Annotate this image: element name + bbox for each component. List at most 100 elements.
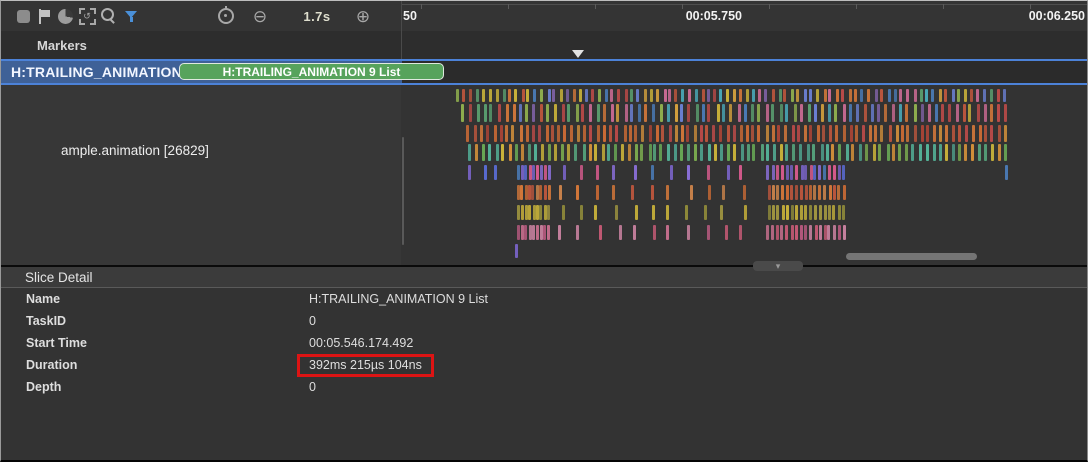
trace-slice-tick[interactable] (719, 89, 722, 102)
trace-slice-tick[interactable] (921, 104, 924, 122)
trace-slice-tick[interactable] (729, 104, 732, 122)
trace-slice-tick[interactable] (612, 165, 615, 180)
trace-slice-tick[interactable] (791, 225, 794, 240)
trace-slice-tick[interactable] (725, 225, 728, 240)
trace-slice-tick[interactable] (666, 205, 669, 220)
trace-slice-tick[interactable] (914, 104, 917, 122)
trace-slice-tick[interactable] (713, 89, 716, 102)
trace-slice-tick[interactable] (822, 125, 825, 142)
trace-slice-tick[interactable] (521, 144, 524, 161)
trace-slice-tick[interactable] (958, 125, 961, 142)
trace-slice-tick[interactable] (1004, 104, 1007, 122)
trace-slice-tick[interactable] (827, 225, 830, 240)
trace-slice-tick[interactable] (548, 89, 551, 102)
trace-slice-tick[interactable] (939, 125, 942, 142)
trace-slice-tick[interactable] (603, 104, 606, 122)
trace-slice-tick[interactable] (631, 185, 634, 200)
trace-slice-tick[interactable] (484, 165, 487, 180)
trace-slice-tick[interactable] (687, 225, 690, 240)
trace-slice-tick[interactable] (567, 144, 570, 161)
trace-slice-tick[interactable] (603, 125, 606, 142)
trace-slice-tick[interactable] (809, 89, 812, 102)
trace-slice-tick[interactable] (821, 144, 824, 161)
trace-slice-tick[interactable] (554, 144, 557, 161)
trace-slice-tick[interactable] (636, 89, 639, 102)
trace-slice-tick[interactable] (817, 125, 820, 142)
trace-slice-tick[interactable] (609, 125, 612, 142)
trace-slice-tick[interactable] (984, 144, 987, 161)
trace-slice-tick[interactable] (776, 225, 779, 240)
timeline-ruler[interactable]: 50 00:05.750 00:06.250 (401, 1, 1088, 31)
trace-slice-tick[interactable] (776, 185, 779, 200)
trace-slice-tick[interactable] (964, 144, 967, 161)
trace-slice-tick[interactable] (651, 185, 654, 200)
trace-slice-tick[interactable] (469, 104, 472, 122)
trace-slice-tick[interactable] (514, 89, 517, 102)
trace-slice-tick[interactable] (804, 165, 807, 180)
trace-slice-tick[interactable] (597, 104, 600, 122)
trace-slice-tick[interactable] (831, 144, 834, 161)
trace-slice-tick[interactable] (520, 185, 523, 200)
trace-slice-tick[interactable] (580, 165, 583, 180)
trace-slice-tick[interactable] (869, 125, 872, 142)
trace-slice-tick[interactable] (816, 89, 819, 102)
trace-slice-tick[interactable] (804, 89, 807, 102)
trace-slice-tick[interactable] (494, 165, 497, 180)
trace-slice-tick[interactable] (674, 144, 677, 161)
trace-slice-tick[interactable] (965, 125, 968, 142)
trace-slice-tick[interactable] (836, 89, 839, 102)
trace-slice-tick[interactable] (984, 125, 987, 142)
trace-slice-tick[interactable] (790, 165, 793, 180)
trace-slice-tick[interactable] (746, 89, 749, 102)
trace-slice-tick[interactable] (901, 125, 904, 142)
track-canvas[interactable] (401, 85, 1088, 265)
trace-slice-tick[interactable] (574, 144, 577, 161)
trace-slice-tick[interactable] (828, 165, 831, 180)
trace-slice-tick[interactable] (536, 205, 539, 220)
trace-slice-tick[interactable] (780, 225, 783, 240)
trace-slice-tick[interactable] (541, 144, 544, 161)
trace-slice-tick[interactable] (812, 144, 815, 161)
trace-slice-tick[interactable] (505, 125, 508, 142)
horizontal-scrollbar[interactable] (846, 253, 977, 260)
trace-slice-tick[interactable] (576, 185, 579, 200)
trace-slice-tick[interactable] (776, 165, 779, 180)
trace-slice-tick[interactable] (906, 89, 909, 102)
trace-slice-tick[interactable] (833, 225, 836, 240)
trace-slice-tick[interactable] (602, 144, 605, 161)
trace-slice-tick[interactable] (892, 144, 895, 161)
trace-slice-tick[interactable] (777, 125, 780, 142)
trace-slice-tick[interactable] (644, 89, 647, 102)
trace-slice-tick[interactable] (958, 144, 961, 161)
trace-slice-tick[interactable] (589, 144, 592, 161)
trace-slice-tick[interactable] (498, 104, 501, 122)
trace-slice-tick[interactable] (489, 89, 492, 102)
trace-slice-tick[interactable] (899, 89, 902, 102)
trace-slice-tick[interactable] (536, 225, 539, 240)
markers-track[interactable]: Markers (1, 31, 1087, 59)
trace-slice-tick[interactable] (887, 144, 890, 161)
trace-slice-tick[interactable] (977, 104, 980, 122)
trace-slice-tick[interactable] (919, 144, 922, 161)
trace-slice-tick[interactable] (528, 144, 531, 161)
trace-slice-tick[interactable] (727, 144, 730, 161)
trace-slice-tick[interactable] (800, 104, 803, 122)
trace-slice-tick[interactable] (945, 144, 948, 161)
trace-slice-tick[interactable] (829, 125, 832, 142)
trace-slice-tick[interactable] (772, 165, 775, 180)
trace-slice-tick[interactable] (841, 89, 844, 102)
trace-slice-tick[interactable] (660, 104, 663, 122)
trace-slice-tick[interactable] (809, 205, 812, 220)
trace-slice-tick[interactable] (539, 185, 542, 200)
trace-slice-tick[interactable] (970, 89, 973, 102)
trace-slice-tick[interactable] (707, 225, 710, 240)
trace-slice-tick[interactable] (566, 89, 569, 102)
trace-slice-tick[interactable] (751, 104, 754, 122)
trace-slice-tick[interactable] (984, 104, 987, 122)
trace-slice-tick[interactable] (611, 104, 614, 122)
trace-slice-tick[interactable] (727, 165, 730, 180)
trace-slice-tick[interactable] (739, 89, 742, 102)
trace-slice-tick[interactable] (814, 104, 817, 122)
trace-slice-tick[interactable] (619, 225, 622, 240)
trace-slice-tick[interactable] (979, 125, 982, 142)
